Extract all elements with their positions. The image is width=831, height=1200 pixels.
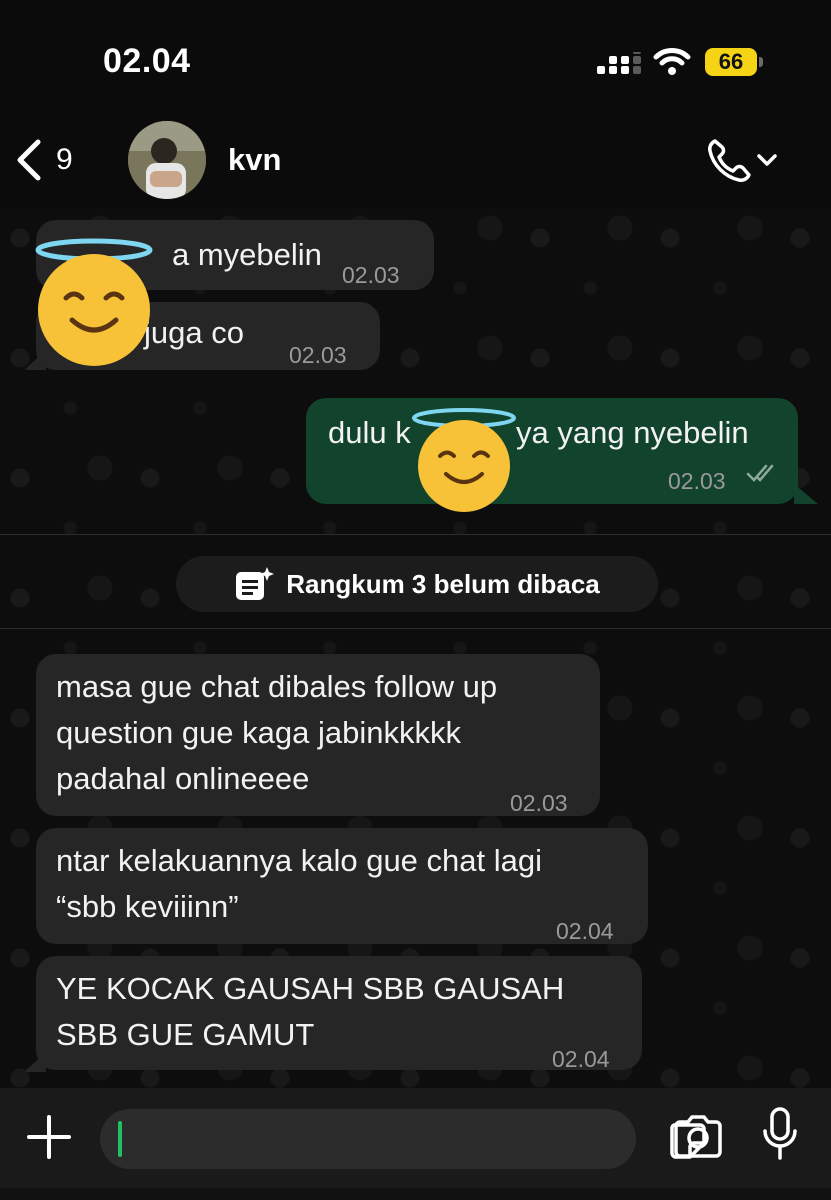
bubble-tail xyxy=(24,1052,46,1072)
chat-area[interactable]: a myebelin 02.03 juga co 02.03 dulu k ya… xyxy=(0,208,831,1088)
message-line: “sbb keviiinn” xyxy=(56,889,239,924)
cellular-signal-icon xyxy=(597,52,641,74)
summary-sparkle-icon xyxy=(236,567,275,600)
message-line: YE KOCAK GAUSAH SBB GAUSAH xyxy=(56,971,565,1006)
plus-icon[interactable] xyxy=(26,1114,72,1160)
summary-label: Rangkum 3 belum dibaca xyxy=(286,568,600,599)
smiling-face-with-halo-emoji xyxy=(35,238,153,366)
avatar[interactable] xyxy=(128,121,206,199)
message-time: 02.04 xyxy=(552,1046,610,1072)
unread-count: 9 xyxy=(56,143,73,176)
message-time: 02.03 xyxy=(510,790,568,816)
call-button[interactable] xyxy=(705,134,789,186)
message-bubble-incoming[interactable]: ntar kelakuannya kalo gue chat lagi “sbb… xyxy=(36,828,648,944)
message-text-after: ya yang nyebelin xyxy=(516,415,749,450)
battery-level: 66 xyxy=(705,48,757,76)
chevron-left-icon xyxy=(17,139,41,181)
message-bubble-outgoing[interactable]: dulu k ya yang nyebelin 02.03 xyxy=(306,398,798,504)
chevron-down-icon xyxy=(757,154,777,166)
contact-name[interactable]: kvn xyxy=(228,142,281,178)
message-line: padahal onlineeee xyxy=(56,761,310,796)
message-composer xyxy=(0,1088,831,1200)
summarize-unread-button[interactable]: Rangkum 3 belum dibaca xyxy=(176,556,658,612)
message-text: YE KOCAK GAUSAH SBB GAUSAH SBB GUE GAMUT xyxy=(56,966,564,1058)
message-bubble-incoming[interactable]: masa gue chat dibales follow up question… xyxy=(36,654,600,816)
message-time: 02.03 xyxy=(342,262,400,288)
message-time: 02.04 xyxy=(556,918,614,944)
message-text: juga co xyxy=(144,315,244,350)
battery-tip xyxy=(759,57,763,67)
phone-icon xyxy=(708,139,751,182)
microphone-icon[interactable] xyxy=(760,1106,800,1162)
message-line: question gue kaga jabinkkkkk xyxy=(56,715,461,750)
home-indicator-area xyxy=(0,1188,831,1200)
back-button[interactable]: 9 xyxy=(14,132,73,188)
message-line: ntar kelakuannya kalo gue chat lagi xyxy=(56,843,542,878)
unread-divider-bottom xyxy=(0,628,831,629)
status-bar: 02.04 66 xyxy=(0,0,831,110)
bubble-tail xyxy=(794,484,818,504)
message-text: a myebelin xyxy=(172,237,322,272)
double-check-read-icon xyxy=(746,464,774,482)
battery-indicator: 66 xyxy=(705,48,763,76)
camera-icon[interactable] xyxy=(672,1114,724,1158)
avatar-photo xyxy=(128,121,206,199)
message-bubble-incoming[interactable]: YE KOCAK GAUSAH SBB GAUSAH SBB GUE GAMUT… xyxy=(36,956,642,1072)
message-line: masa gue chat dibales follow up xyxy=(56,669,498,704)
unread-divider-top xyxy=(0,534,831,535)
message-time: 02.03 xyxy=(668,468,726,494)
smiling-face-with-halo-emoji xyxy=(412,408,516,512)
message-text: ntar kelakuannya kalo gue chat lagi “sbb… xyxy=(56,838,542,930)
message-time: 02.03 xyxy=(289,342,347,368)
text-cursor xyxy=(118,1121,122,1157)
message-text-before: dulu k xyxy=(328,415,411,450)
message-input[interactable] xyxy=(100,1109,706,1169)
chat-header: 9 kvn xyxy=(0,110,831,208)
wifi-icon xyxy=(653,48,691,75)
status-time: 02.04 xyxy=(103,42,191,80)
message-line: SBB GUE GAMUT xyxy=(56,1017,315,1052)
message-text: masa gue chat dibales follow up question… xyxy=(56,664,497,802)
